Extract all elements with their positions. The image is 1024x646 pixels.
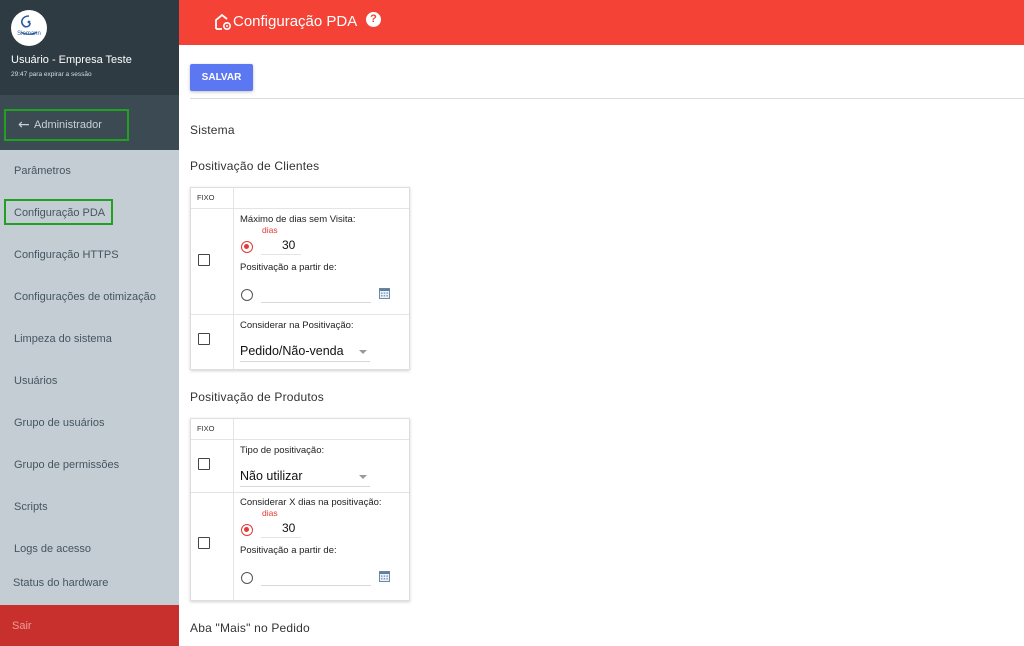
section-positivacao-produtos-title: Positivação de Produtos bbox=[190, 390, 325, 404]
max-dias-input[interactable]: 30 bbox=[282, 238, 295, 252]
considerar-dias-radio[interactable] bbox=[241, 524, 253, 536]
considerar-label: Considerar na Positivação: bbox=[240, 320, 354, 331]
max-dias-radio[interactable] bbox=[241, 241, 253, 253]
sidebar-item-parametros[interactable]: Parâmetros bbox=[14, 165, 71, 177]
a-partir-label: Positivação a partir de: bbox=[240, 545, 337, 556]
sidebar-item-scripts[interactable]: Scripts bbox=[14, 501, 48, 513]
administrador-back-button[interactable]: ← Administrador bbox=[4, 109, 129, 141]
dias-unit-label: dias bbox=[262, 508, 278, 518]
fixo-checkbox-max-dias[interactable] bbox=[198, 254, 210, 266]
fixo-column-header: FIXO bbox=[197, 193, 215, 202]
arrow-left-icon: ← bbox=[18, 117, 30, 133]
fixo-checkbox-considerar-dias[interactable] bbox=[198, 537, 210, 549]
section-positivacao-clientes-title: Positivação de Clientes bbox=[190, 159, 320, 173]
fixo-checkbox-considerar[interactable] bbox=[198, 333, 210, 345]
tipo-select-underline bbox=[240, 486, 370, 487]
considerar-dias-input[interactable]: 30 bbox=[282, 521, 295, 535]
fixo-checkbox-tipo[interactable] bbox=[198, 458, 210, 470]
sidebar-item-configuracao-https[interactable]: Configuração HTTPS bbox=[14, 249, 119, 261]
logout-label: Sair bbox=[12, 620, 32, 632]
a-partir-radio[interactable] bbox=[241, 572, 253, 584]
calendar-icon[interactable] bbox=[379, 571, 390, 582]
dias-unit-label: dias bbox=[262, 225, 278, 235]
a-partir-label: Positivação a partir de: bbox=[240, 262, 337, 273]
card-header: FIXO bbox=[191, 188, 409, 209]
max-dias-label: Máximo de dias sem Visita: bbox=[240, 214, 356, 225]
sidebar: Siemann Usuário - Empresa Teste 29:47 pa… bbox=[0, 0, 179, 646]
considerar-dias-underline bbox=[261, 537, 301, 538]
fixo-column-header: FIXO bbox=[197, 424, 215, 433]
administrador-label: Administrador bbox=[34, 119, 102, 131]
admin-back-bar: ← Administrador bbox=[0, 95, 179, 150]
column-divider bbox=[233, 419, 234, 600]
toolbar-divider bbox=[190, 98, 1024, 99]
column-divider bbox=[233, 188, 234, 369]
sidebar-item-status-hardware[interactable]: Status do hardware bbox=[13, 577, 108, 589]
sidebar-item-usuarios[interactable]: Usuários bbox=[14, 375, 57, 387]
considerar-select[interactable]: Pedido/Não-venda bbox=[240, 344, 344, 358]
user-name: Usuário - Empresa Teste bbox=[11, 54, 132, 66]
chevron-down-icon[interactable] bbox=[359, 475, 367, 479]
a-partir-date-input[interactable] bbox=[261, 302, 371, 303]
max-dias-underline bbox=[261, 254, 301, 255]
row-separator bbox=[191, 492, 409, 493]
section-aba-mais-title: Aba "Mais" no Pedido bbox=[190, 621, 310, 635]
company-logo: Siemann bbox=[11, 10, 47, 46]
help-icon[interactable]: ? bbox=[366, 12, 381, 27]
sidebar-item-configuracao-pda[interactable]: Configuração PDA bbox=[14, 207, 105, 219]
sidebar-item-limpeza-sistema[interactable]: Limpeza do sistema bbox=[14, 333, 112, 345]
card-header: FIXO bbox=[191, 419, 409, 440]
page-header: Configuração PDA ? bbox=[179, 0, 1024, 45]
home-gear-icon bbox=[215, 13, 231, 30]
a-partir-date-input[interactable] bbox=[261, 585, 371, 586]
considerar-dias-label: Considerar X dias na positivação: bbox=[240, 497, 382, 508]
logout-button[interactable]: Sair bbox=[0, 605, 179, 646]
chevron-down-icon[interactable] bbox=[359, 350, 367, 354]
session-timer: 29:47 para expirar a sessão bbox=[11, 71, 92, 78]
page-title: Configuração PDA bbox=[233, 13, 358, 30]
section-sistema-title: Sistema bbox=[190, 123, 235, 137]
app-window: Siemann Usuário - Empresa Teste 29:47 pa… bbox=[0, 0, 1024, 646]
a-partir-radio[interactable] bbox=[241, 289, 253, 301]
positivacao-produtos-card: FIXO Tipo de positivação: Não utilizar C… bbox=[190, 418, 410, 601]
considerar-select-underline bbox=[240, 361, 370, 362]
logo-swirl-icon bbox=[20, 15, 38, 35]
save-button[interactable]: SALVAR bbox=[190, 64, 253, 91]
tipo-label: Tipo de positivação: bbox=[240, 445, 325, 456]
logo-text: Siemann bbox=[17, 31, 41, 37]
sidebar-user-panel: Siemann Usuário - Empresa Teste 29:47 pa… bbox=[0, 0, 179, 95]
tipo-select[interactable]: Não utilizar bbox=[240, 469, 303, 483]
calendar-icon[interactable] bbox=[379, 288, 390, 299]
sidebar-item-logs-acesso[interactable]: Logs de acesso bbox=[14, 543, 91, 555]
positivacao-clientes-card: FIXO Máximo de dias sem Visita: dias 30 … bbox=[190, 187, 410, 370]
sidebar-item-configuracoes-otimizacao[interactable]: Configurações de otimização bbox=[14, 291, 156, 303]
row-separator bbox=[191, 314, 409, 315]
sidebar-item-grupo-usuarios[interactable]: Grupo de usuários bbox=[14, 417, 105, 429]
sidebar-item-grupo-permissoes[interactable]: Grupo de permissões bbox=[14, 459, 119, 471]
